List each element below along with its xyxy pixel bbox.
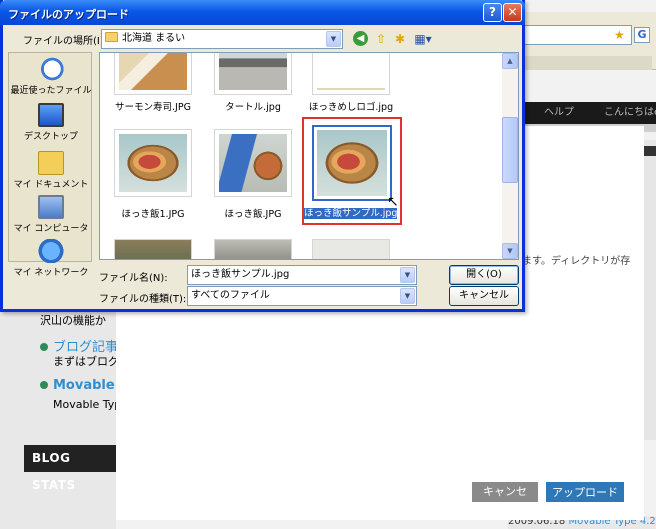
file-type-label: ファイルの種類(T): — [99, 294, 187, 305]
file-list[interactable]: サーモン寿司.JPG タートル.jpg ほっきめしロゴ.jpg ほっき飯1.JP… — [99, 52, 519, 260]
blog-stats-header: BLOG STATS — [24, 445, 116, 492]
place-network[interactable]: マイ ネットワーク — [9, 239, 93, 278]
place-computer[interactable]: マイ コンピュータ — [9, 195, 93, 234]
thumbnail-image — [317, 53, 385, 90]
scroll-thumb[interactable] — [502, 117, 518, 183]
file-name[interactable]: サーモン寿司.JPG — [107, 99, 199, 113]
browser-tab[interactable] — [522, 56, 652, 70]
file-thumbnail[interactable] — [214, 239, 292, 259]
modal-upload-button[interactable]: アップロード — [546, 482, 624, 502]
bullet-icon — [40, 343, 48, 351]
browser-toolbar: ★ G — [520, 12, 656, 70]
modal-cancel-button[interactable]: キャンセル — [472, 482, 538, 514]
file-name[interactable]: タートル.jpg — [207, 99, 299, 113]
cancel-button[interactable]: キャンセル — [449, 286, 519, 306]
place-desktop[interactable]: デスクトップ — [9, 103, 93, 142]
google-search-icon[interactable]: G — [634, 27, 650, 43]
place-documents[interactable]: マイ ドキュメント — [9, 151, 93, 190]
file-thumbnail[interactable] — [114, 53, 192, 95]
my-documents-icon — [38, 151, 64, 175]
mt-item: Movable T — [40, 378, 128, 393]
close-icon[interactable]: ✕ — [503, 3, 522, 22]
my-network-icon — [38, 239, 64, 263]
chevron-down-icon[interactable]: ▼ — [400, 288, 415, 304]
my-computer-icon — [38, 195, 64, 219]
up-folder-icon[interactable]: ⇧ — [372, 30, 390, 48]
look-in-dropdown[interactable]: 北海道 まるい ▼ — [101, 29, 343, 49]
file-upload-dialog: ファイルのアップロード ? ✕ ファイルの場所(I): 北海道 まるい ▼ ◀ … — [0, 0, 525, 312]
place-label: マイ ネットワーク — [13, 268, 89, 278]
chevron-down-icon[interactable]: ▼ — [400, 267, 415, 283]
mt-top-nav: ヘルプ こんにちはe — [520, 102, 656, 124]
chevron-down-icon[interactable]: ▼ — [326, 31, 341, 47]
look-in-label: ファイルの場所(I): — [23, 36, 108, 47]
post-desc: まずはブログ — [53, 355, 119, 368]
dialog-title: ファイルのアップロード — [8, 8, 129, 21]
file-name[interactable]: ほっき飯1.JPG — [107, 206, 199, 220]
place-label: マイ コンピュータ — [13, 224, 89, 234]
file-thumbnail[interactable] — [214, 53, 292, 95]
places-bar: 最近使ったファイル デスクトップ マイ ドキュメント マイ コンピュータ マイ … — [8, 52, 93, 278]
nav-greeting: こんにちはe — [604, 107, 656, 118]
file-name[interactable]: ほっきめしロゴ.jpg — [305, 99, 397, 113]
thumbnail-image — [219, 134, 287, 192]
new-folder-icon[interactable]: ✱ — [391, 30, 409, 48]
file-type-select[interactable]: すべてのファイル ▼ — [187, 286, 417, 306]
look-in-value: 北海道 まるい — [122, 33, 186, 44]
nav-help-link[interactable]: ヘルプ — [544, 102, 574, 124]
file-thumbnail[interactable] — [114, 129, 192, 197]
open-button[interactable]: 開く(O) — [449, 265, 519, 285]
directory-message: ます。ディレクトリが存 — [522, 256, 631, 267]
view-menu-icon[interactable]: ▦▾ — [411, 30, 435, 48]
bookmark-star-icon[interactable]: ★ — [614, 28, 625, 42]
scroll-down-icon[interactable]: ▼ — [502, 243, 518, 259]
dialog-titlebar[interactable]: ファイルのアップロード ? ✕ — [0, 0, 525, 25]
desktop-icon — [38, 103, 64, 127]
file-name[interactable]: ほっき飯.JPG — [207, 206, 299, 220]
folder-icon — [105, 32, 118, 42]
back-icon[interactable]: ◀ — [353, 31, 368, 46]
file-type-value: すべてのファイル — [191, 290, 270, 301]
thumbnail-image — [119, 53, 187, 90]
vertical-scrollbar[interactable]: ▲ ▼ — [502, 53, 518, 259]
file-thumbnail[interactable] — [114, 239, 192, 259]
place-label: 最近使ったファイル — [10, 86, 92, 96]
file-name-input[interactable]: ほっき飯サンプル.jpg ▼ — [187, 265, 417, 285]
file-thumbnail[interactable] — [214, 129, 292, 197]
file-name-label: ファイル名(N): — [99, 273, 168, 284]
place-recent[interactable]: 最近使ったファイル — [9, 57, 93, 96]
place-label: デスクトップ — [23, 132, 78, 142]
recent-files-icon — [38, 57, 64, 81]
file-thumbnail[interactable] — [312, 239, 390, 259]
scroll-up-icon[interactable]: ▲ — [502, 53, 518, 69]
mouse-cursor-icon: ↖ — [387, 194, 399, 210]
bullet-icon — [40, 381, 48, 389]
thumbnail-image — [119, 134, 187, 192]
file-name-value: ほっき飯サンプル.jpg — [191, 269, 290, 280]
help-icon[interactable]: ? — [483, 3, 502, 22]
thumbnail-image — [219, 53, 287, 90]
partial-text: 沢山の機能か — [40, 314, 106, 327]
file-thumbnail[interactable] — [312, 53, 390, 95]
mt-desc: Movable Typ — [53, 398, 122, 411]
place-label: マイ ドキュメント — [13, 180, 89, 190]
